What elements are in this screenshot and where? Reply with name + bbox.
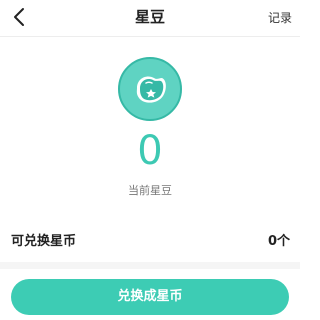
- page-title: 星豆: [134, 8, 165, 26]
- star-bean-icon: [118, 57, 182, 121]
- redeemable-star-coins-row: 可兑换星币 0个: [0, 220, 300, 256]
- redeemable-star-coins-label: 可兑换星币: [11, 234, 77, 249]
- redeemable-star-coins-value: 0个: [267, 234, 290, 249]
- current-star-bean-label: 当前星豆: [128, 184, 172, 197]
- section-divider: [0, 262, 300, 269]
- top-navigation-bar: 星豆 记录: [0, 0, 300, 37]
- star-bean-count: 0: [137, 128, 163, 174]
- record-link[interactable]: 记录: [268, 9, 292, 26]
- exchange-to-star-coins-button[interactable]: 兑换成星币: [11, 279, 289, 315]
